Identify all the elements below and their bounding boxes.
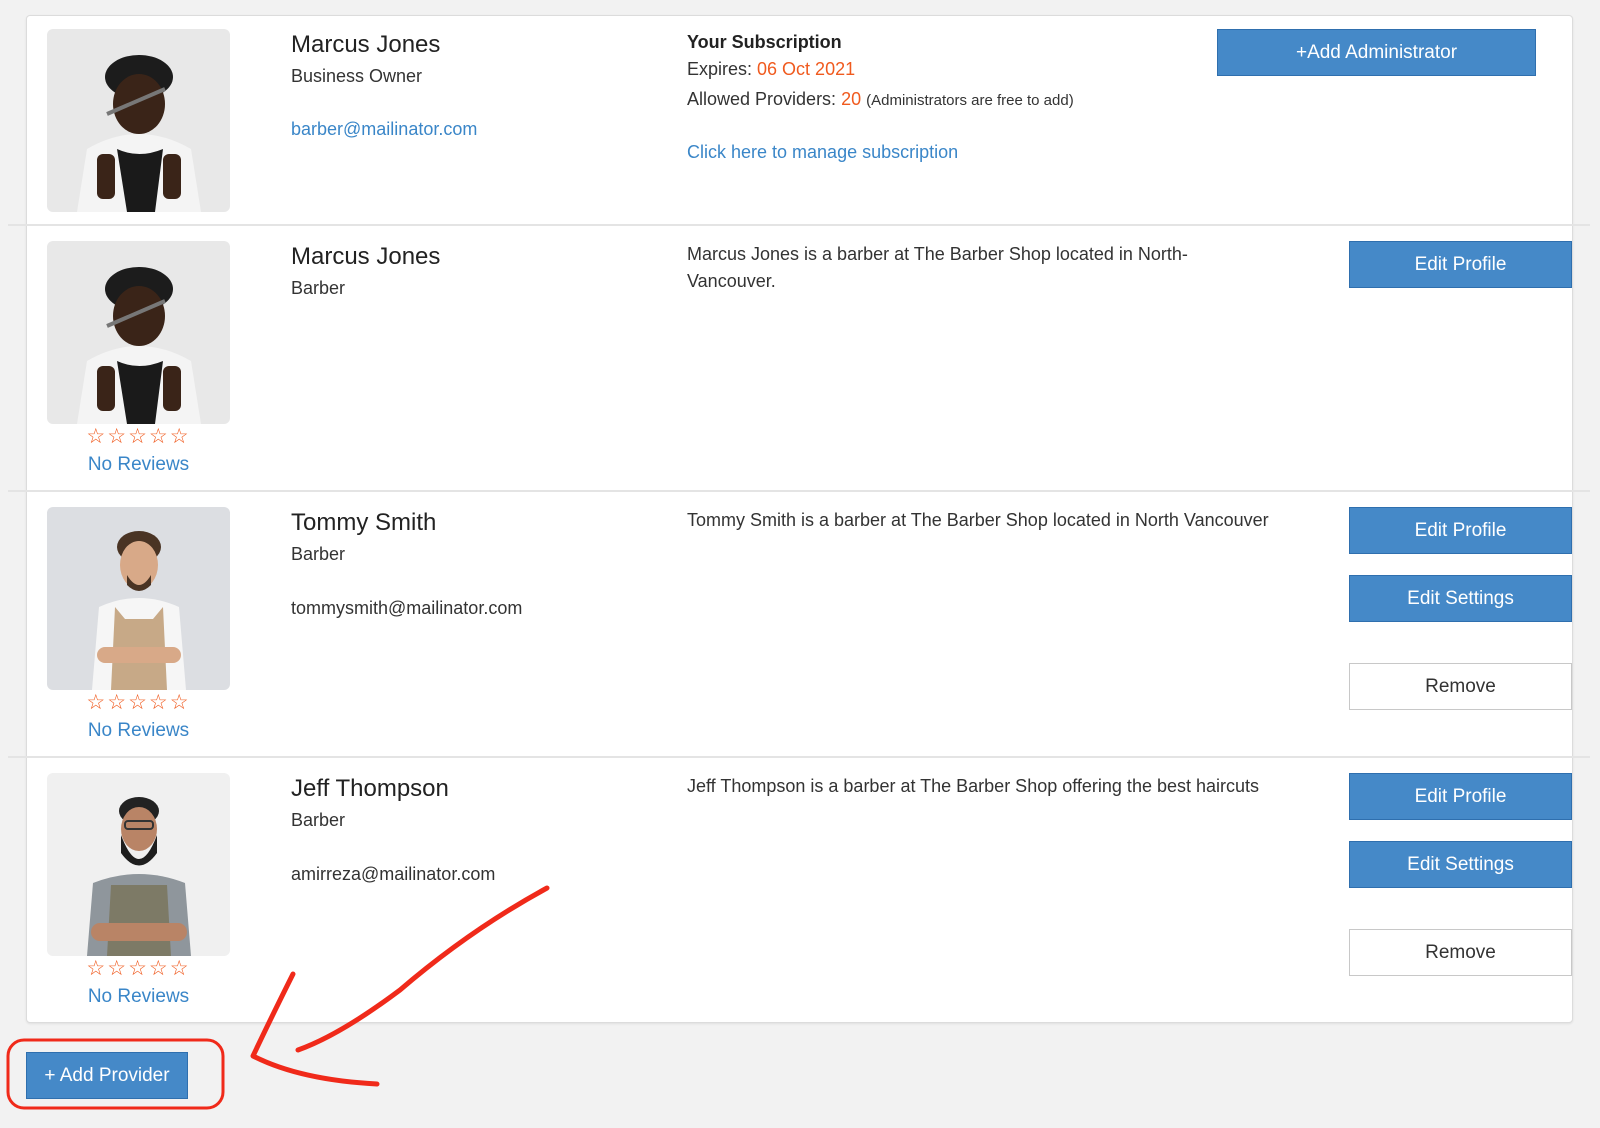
allowed-label: Allowed Providers: [687, 89, 842, 109]
edit-settings-button[interactable]: Edit Settings [1349, 841, 1572, 888]
provider-avatar-image [47, 773, 230, 956]
rating-stars: ☆☆☆☆☆ [86, 957, 191, 980]
edit-profile-button[interactable]: Edit Profile [1349, 773, 1572, 820]
owner-role: Business Owner [291, 66, 423, 86]
row-divider [8, 224, 1590, 226]
owner-photo [47, 29, 230, 212]
edit-settings-button[interactable]: Edit Settings [1349, 575, 1572, 622]
owner-avatar-image [47, 29, 230, 212]
provider-photo [47, 773, 230, 956]
provider-photo [47, 241, 230, 424]
provider-email: amirreza@mailinator.com [291, 864, 496, 884]
rating-stars: ☆☆☆☆☆ [86, 425, 191, 448]
manage-subscription-link[interactable]: Click here to manage subscription [687, 142, 958, 163]
provider-role: Barber [291, 544, 346, 564]
expires-value: 06 Oct 2021 [757, 59, 856, 79]
owner-name: Marcus Jones [291, 31, 441, 58]
add-administrator-button[interactable]: +Add Administrator [1217, 29, 1536, 76]
expires-label: Expires: [687, 59, 758, 79]
add-provider-button[interactable]: + Add Provider [26, 1052, 188, 1099]
allowed-value: 20 [841, 89, 862, 109]
provider-avatar-image [47, 241, 230, 424]
subscription-title: Your Subscription [687, 32, 842, 52]
reviews-link[interactable]: No Reviews [47, 986, 230, 1008]
provider-photo [47, 507, 230, 690]
provider-bio: Jeff Thompson is a barber at The Barber … [687, 776, 1260, 796]
provider-bio: Marcus Jones is a barber at The Barber S… [687, 244, 1188, 291]
remove-button[interactable]: Remove [1349, 663, 1572, 710]
rating-stars: ☆☆☆☆☆ [86, 691, 191, 714]
subscription-expires: Expires: 06 Oct 2021 [687, 59, 855, 80]
row-divider [8, 490, 1590, 492]
provider-name: Marcus Jones [291, 243, 441, 270]
provider-email: tommysmith@mailinator.com [291, 598, 523, 618]
edit-profile-button[interactable]: Edit Profile [1349, 241, 1572, 288]
subscription-allowed-providers: Allowed Providers: 20 (Administrators ar… [687, 89, 1074, 110]
provider-name: Jeff Thompson [291, 775, 449, 802]
reviews-link[interactable]: No Reviews [47, 720, 230, 742]
row-divider [8, 756, 1590, 758]
provider-bio: Tommy Smith is a barber at The Barber Sh… [687, 510, 1269, 530]
remove-button[interactable]: Remove [1349, 929, 1572, 976]
provider-name: Tommy Smith [291, 509, 437, 536]
provider-avatar-image [47, 507, 230, 690]
provider-role: Barber [291, 278, 346, 298]
provider-role: Barber [291, 810, 346, 830]
reviews-link[interactable]: No Reviews [47, 454, 230, 476]
edit-profile-button[interactable]: Edit Profile [1349, 507, 1572, 554]
allowed-note: (Administrators are free to add) [866, 92, 1074, 109]
owner-email-link[interactable]: barber@mailinator.com [291, 119, 477, 140]
